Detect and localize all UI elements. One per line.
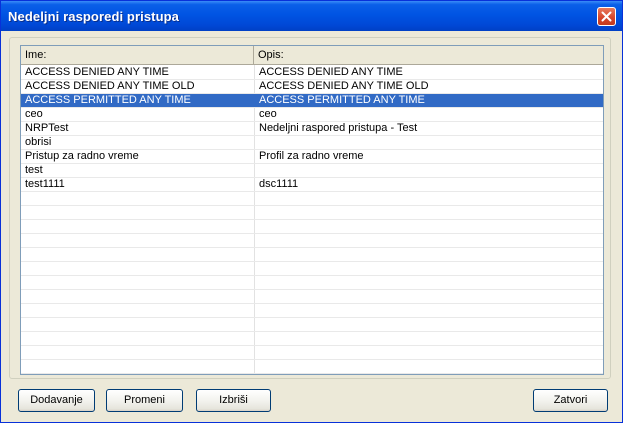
cell-name: test1111 xyxy=(25,178,65,190)
cell-description: ACCESS PERMITTED ANY TIME xyxy=(259,94,425,106)
table-row[interactable]: obrisi xyxy=(21,136,603,150)
cell-description: dsc1111 xyxy=(259,178,299,190)
cell-name: NRPTest xyxy=(25,122,69,134)
cell-description xyxy=(255,206,603,220)
cell-description: ceo xyxy=(259,108,277,120)
table-row[interactable] xyxy=(21,332,603,346)
cell-description xyxy=(255,136,603,150)
cell-description xyxy=(255,164,603,178)
cell-name xyxy=(21,304,254,318)
cell-description xyxy=(255,304,603,318)
table-row[interactable]: NRPTest Nedeljni raspored pristupa - Test xyxy=(21,122,603,136)
cell-name xyxy=(21,346,254,360)
close-icon xyxy=(601,11,612,22)
cell-name: ceo xyxy=(25,108,43,120)
table-row[interactable] xyxy=(21,234,603,248)
list-header: Ime: Opis: xyxy=(21,46,603,65)
column-header-description[interactable]: Opis: xyxy=(254,46,603,64)
cell-name xyxy=(21,220,254,234)
cell-description xyxy=(255,290,603,304)
table-row[interactable] xyxy=(21,290,603,304)
cell-description xyxy=(255,262,603,276)
cell-name xyxy=(21,332,254,346)
cell-name: ACCESS PERMITTED ANY TIME xyxy=(25,94,191,106)
edit-button[interactable]: Promeni xyxy=(106,389,183,412)
cell-description xyxy=(255,332,603,346)
cell-description xyxy=(255,248,603,262)
cell-name: Pristup za radno vreme xyxy=(25,150,139,162)
table-row[interactable] xyxy=(21,346,603,360)
cell-description xyxy=(255,234,603,248)
cell-name xyxy=(21,290,254,304)
table-row[interactable]: test1111 dsc1111 xyxy=(21,178,603,192)
title-bar[interactable]: Nedeljni rasporedi pristupa xyxy=(1,1,622,31)
table-row[interactable] xyxy=(21,360,603,374)
table-row[interactable]: Pristup za radno vreme Profil za radno vr… xyxy=(21,150,603,164)
cell-name xyxy=(21,234,254,248)
column-header-name[interactable]: Ime: xyxy=(21,46,254,64)
cell-description xyxy=(255,318,603,332)
window-close-button[interactable] xyxy=(597,7,616,26)
cell-name xyxy=(21,262,254,276)
list-rows: ACCESS DENIED ANY TIME ACCESS DENIED ANY … xyxy=(21,66,603,374)
cell-description: Nedeljni raspored pristupa - Test xyxy=(259,122,418,134)
close-button[interactable]: Zatvori xyxy=(533,389,608,412)
cell-name xyxy=(21,192,254,206)
cell-name: ACCESS DENIED ANY TIME OLD xyxy=(25,80,195,92)
cell-description: Profil za radno vreme xyxy=(259,150,364,162)
cell-description xyxy=(255,346,603,360)
cell-name xyxy=(21,206,254,220)
cell-name: ACCESS DENIED ANY TIME xyxy=(25,66,169,78)
table-row[interactable]: ACCESS DENIED ANY TIME OLD ACCESS DENIED … xyxy=(21,80,603,94)
cell-name xyxy=(21,360,254,374)
table-row[interactable]: test xyxy=(21,164,603,178)
add-button[interactable]: Dodavanje xyxy=(18,389,95,412)
table-row[interactable]: ceo ceo xyxy=(21,108,603,122)
table-row[interactable]: ACCESS DENIED ANY TIME ACCESS DENIED ANY … xyxy=(21,66,603,80)
table-row[interactable] xyxy=(21,248,603,262)
cell-description xyxy=(255,220,603,234)
table-row[interactable]: ACCESS PERMITTED ANY TIME ACCESS PERMITTE… xyxy=(21,94,603,108)
table-row[interactable] xyxy=(21,304,603,318)
table-row[interactable] xyxy=(21,276,603,290)
cell-name: test xyxy=(25,164,43,176)
delete-button[interactable]: Izbriši xyxy=(196,389,271,412)
cell-name xyxy=(21,248,254,262)
table-row[interactable] xyxy=(21,192,603,206)
schedule-list[interactable]: Ime: Opis: ACCESS DENIED ANY TIME ACCESS … xyxy=(20,45,604,375)
cell-description xyxy=(255,276,603,290)
cell-name xyxy=(21,276,254,290)
cell-name: obrisi xyxy=(25,136,52,148)
table-row[interactable] xyxy=(21,318,603,332)
table-row[interactable] xyxy=(21,206,603,220)
window-title: Nedeljni rasporedi pristupa xyxy=(8,9,180,24)
cell-description xyxy=(255,360,603,374)
cell-description xyxy=(255,192,603,206)
cell-description: ACCESS DENIED ANY TIME OLD xyxy=(259,80,429,92)
cell-description: ACCESS DENIED ANY TIME xyxy=(259,66,403,78)
table-row[interactable] xyxy=(21,262,603,276)
table-row[interactable] xyxy=(21,220,603,234)
cell-name xyxy=(21,318,254,332)
